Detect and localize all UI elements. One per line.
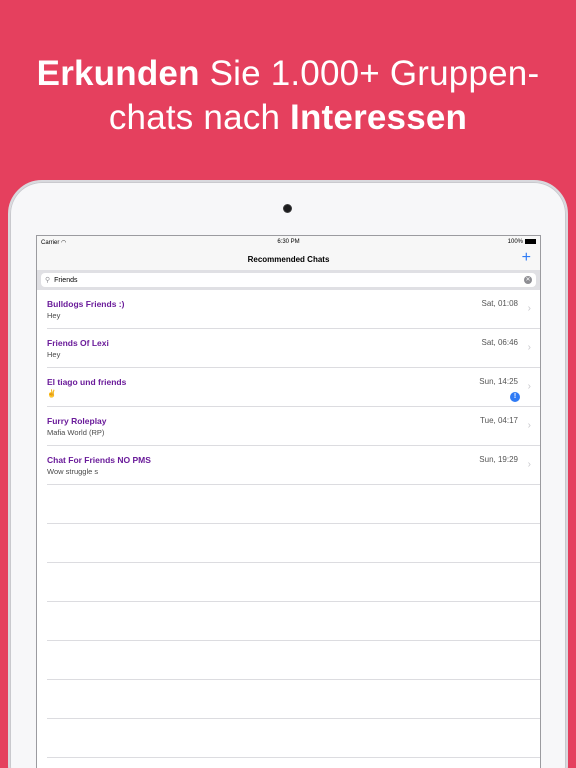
- chat-name: Chat For Friends NO PMS: [47, 455, 151, 465]
- chat-list: Bulldogs Friends :) Hey Sat, 01:08 › Fri…: [37, 290, 540, 758]
- chat-time: Sat, 06:46: [481, 338, 518, 347]
- chevron-right-icon: ›: [527, 459, 531, 470]
- chat-preview: Wow struggle s: [47, 467, 99, 476]
- clear-search-icon[interactable]: ✕: [524, 276, 532, 284]
- status-bar: Carrier ◠ 6:30 PM 100%: [37, 236, 540, 248]
- chat-row[interactable]: Bulldogs Friends :) Hey Sat, 01:08 ›: [47, 290, 540, 329]
- empty-row: [47, 641, 540, 680]
- search-input[interactable]: ⚲ Friends ✕: [41, 273, 536, 287]
- empty-row: [47, 485, 540, 524]
- search-value: Friends: [54, 276, 78, 284]
- chat-time: Sat, 01:08: [481, 299, 518, 308]
- search-container: ⚲ Friends ✕: [37, 270, 540, 290]
- chat-name: Friends Of Lexi: [47, 338, 109, 348]
- chat-row[interactable]: Friends Of Lexi Hey Sat, 06:46 ›: [47, 329, 540, 368]
- chat-preview: Mafia World (RP): [47, 428, 105, 437]
- chat-preview: ✌: [47, 389, 57, 398]
- chat-name: Bulldogs Friends :): [47, 299, 125, 309]
- chat-time: Sun, 14:25: [479, 377, 518, 386]
- empty-row: [47, 524, 540, 563]
- chat-row[interactable]: El tiago und friends ✌ Sun, 14:25 ! ›: [47, 368, 540, 407]
- status-time: 6:30 PM: [277, 239, 300, 245]
- promo-headline: Erkunden Sie 1.000+ Gruppen- chats nach …: [0, 52, 576, 140]
- chat-preview: Hey: [47, 311, 61, 320]
- search-icon: ⚲: [45, 277, 51, 284]
- add-chat-button[interactable]: +: [522, 250, 531, 266]
- empty-row: [47, 719, 540, 758]
- chat-preview: Hey: [47, 350, 61, 359]
- battery-icon: [525, 238, 536, 244]
- headline-line-1: Erkunden Sie 1.000+ Gruppen-: [36, 54, 540, 93]
- chat-name: Furry Roleplay: [47, 416, 107, 426]
- empty-row: [47, 680, 540, 719]
- chat-time: Sun, 19:29: [479, 455, 518, 464]
- chat-row[interactable]: Chat For Friends NO PMS Wow struggle s S…: [47, 446, 540, 485]
- chevron-right-icon: ›: [527, 303, 531, 314]
- nav-bar: Recommended Chats +: [37, 248, 540, 270]
- chat-row[interactable]: Furry Roleplay Mafia World (RP) Tue, 04:…: [47, 407, 540, 446]
- camera-icon: [283, 204, 292, 213]
- empty-row: [47, 602, 540, 641]
- chat-name: El tiago und friends: [47, 377, 127, 387]
- alert-badge: !: [510, 392, 520, 402]
- chevron-right-icon: ›: [527, 381, 531, 392]
- chat-time: Tue, 04:17: [480, 416, 518, 425]
- chevron-right-icon: ›: [527, 342, 531, 353]
- empty-row: [47, 563, 540, 602]
- chevron-right-icon: ›: [527, 420, 531, 431]
- app-screen: Carrier ◠ 6:30 PM 100% Recommended Chats…: [36, 235, 541, 768]
- headline-line-2: chats nach Interessen: [108, 98, 468, 137]
- page-title: Recommended Chats: [247, 254, 330, 264]
